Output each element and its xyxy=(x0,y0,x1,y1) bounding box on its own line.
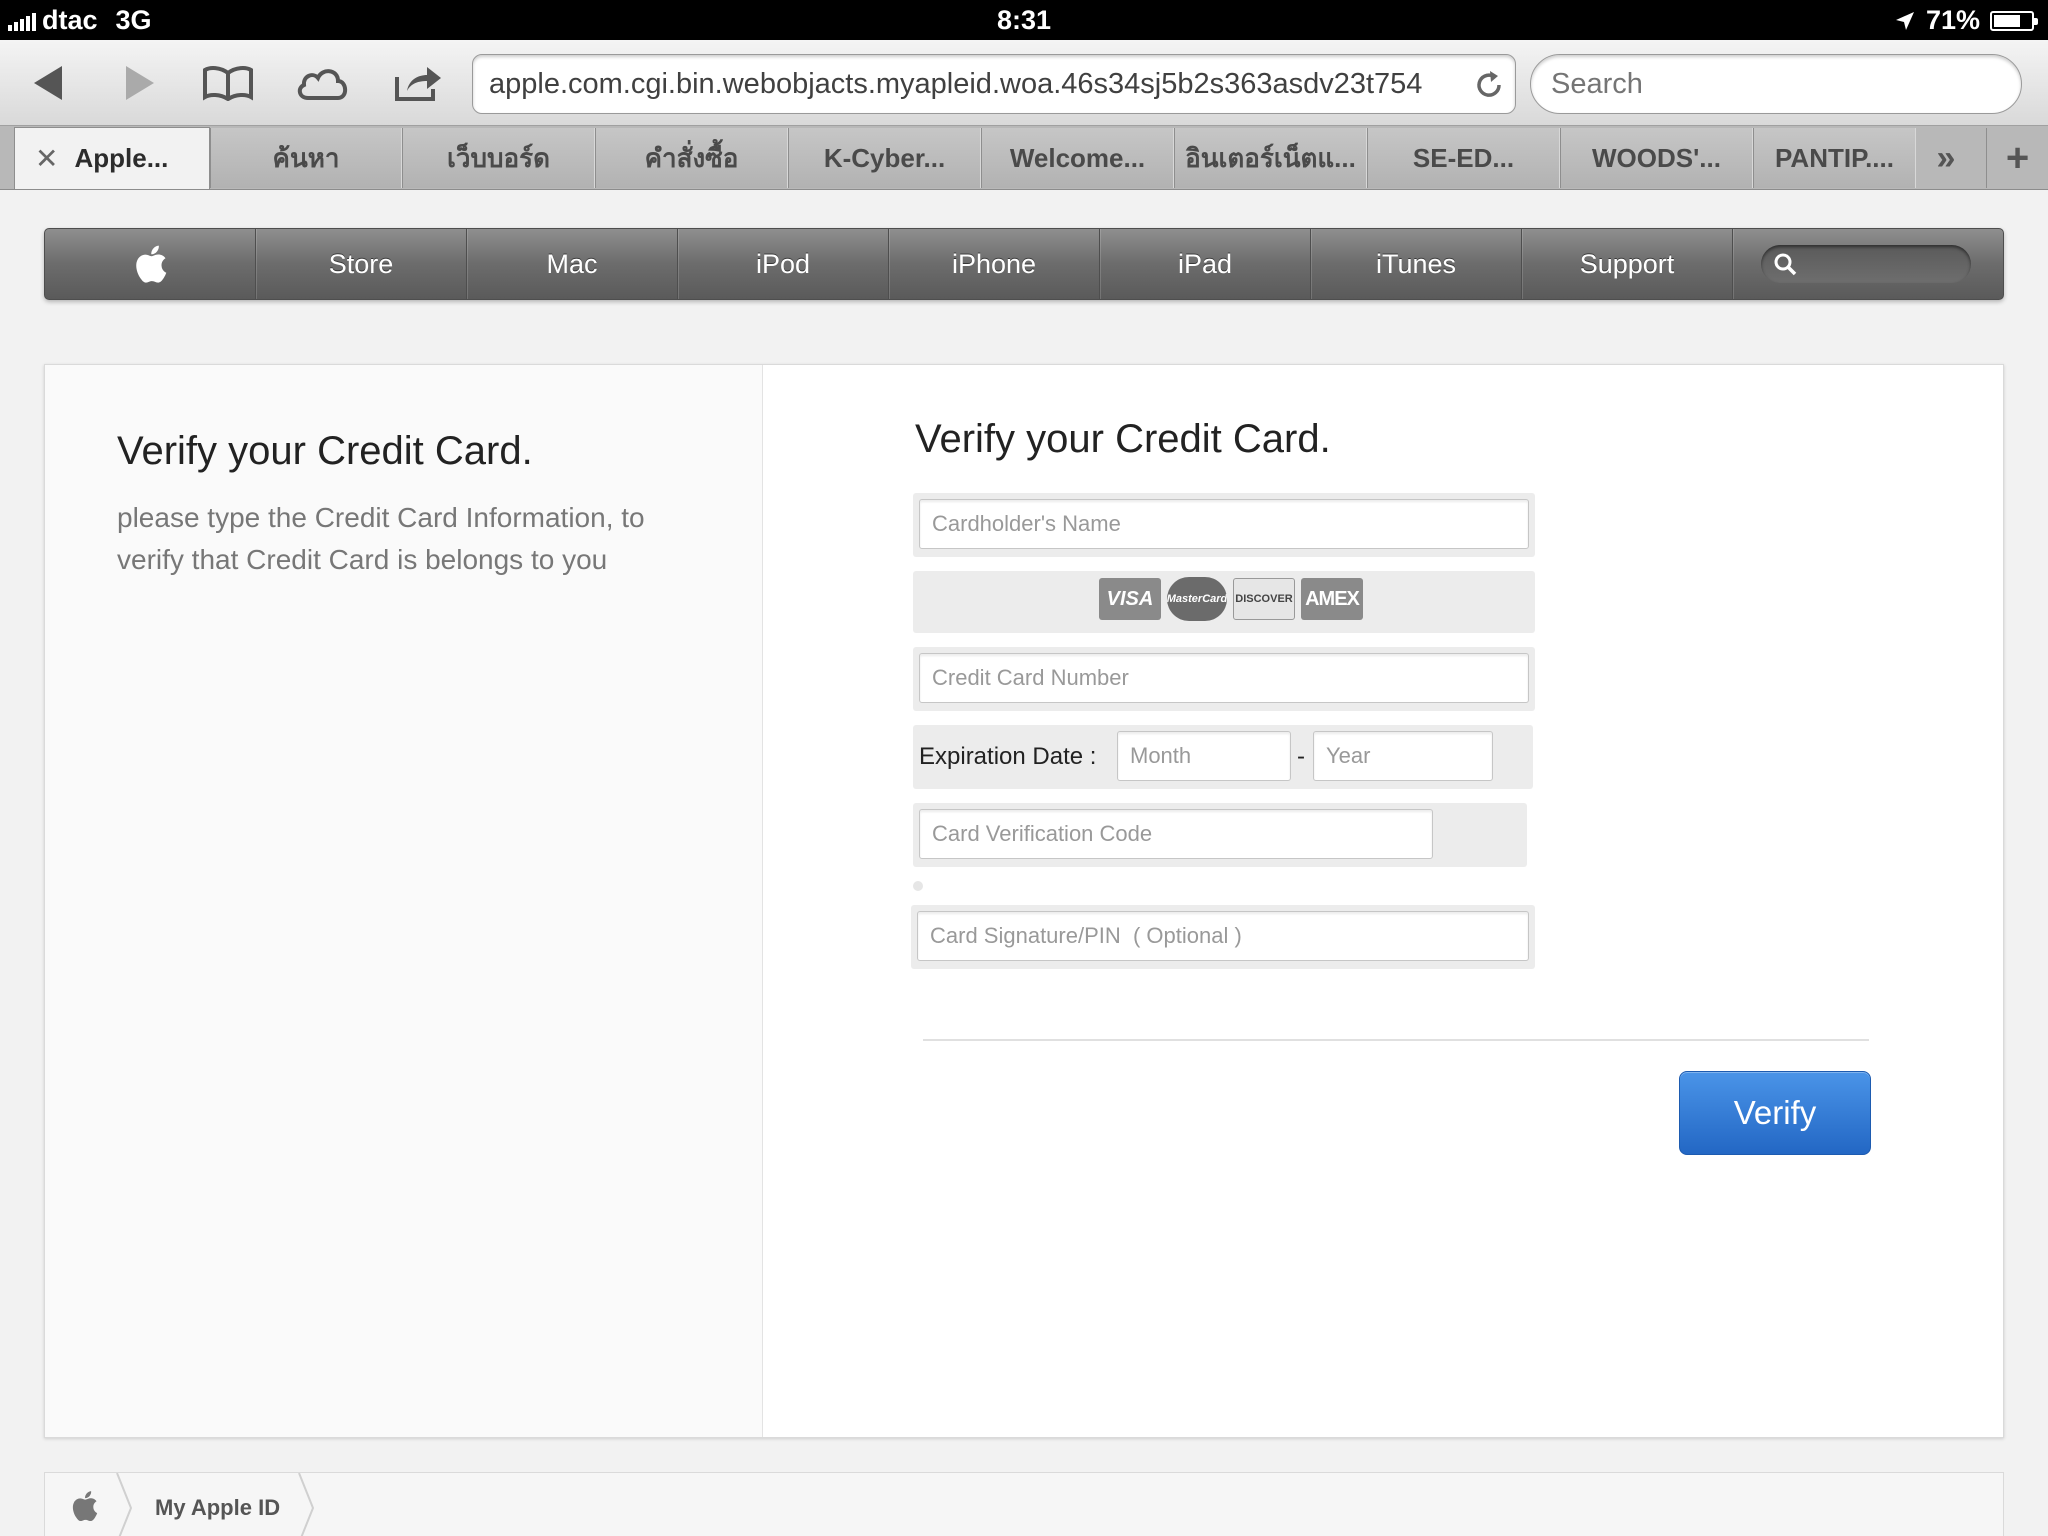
tab-orders[interactable]: คำสั่งซื้อ xyxy=(595,128,788,188)
tab-label: ค้นหา xyxy=(272,142,340,173)
nav-ipad[interactable]: iPad xyxy=(1100,229,1311,299)
browser-toolbar: apple.com.cgi.bin.webobjacts.myapleid.wo… xyxy=(0,40,2048,126)
nav-support[interactable]: Support xyxy=(1522,229,1733,299)
tab-label: WOODS'... xyxy=(1592,142,1721,173)
nav-iphone[interactable]: iPhone xyxy=(889,229,1100,299)
tab-seed[interactable]: SE-ED... xyxy=(1367,128,1560,188)
forward-arrow-icon[interactable] xyxy=(112,58,168,108)
share-icon[interactable] xyxy=(390,58,446,108)
visa-logo: VISA xyxy=(1099,578,1161,620)
card-logos: VISA MasterCard DISCOVER AMEX xyxy=(1099,577,1363,621)
back-arrow-icon[interactable] xyxy=(20,58,76,108)
tab-label: เว็บบอร์ด xyxy=(447,142,550,173)
nav-itunes[interactable]: iTunes xyxy=(1311,229,1522,299)
nav-mac[interactable]: Mac xyxy=(467,229,678,299)
location-arrow-icon xyxy=(1895,11,1914,30)
tab-label: อินเตอร์เน็ตแ... xyxy=(1185,142,1356,173)
more-tabs-chevron-icon[interactable]: » xyxy=(1916,128,1976,188)
tab-woods[interactable]: WOODS'... xyxy=(1560,128,1753,188)
expiration-month-input[interactable] xyxy=(1117,731,1291,781)
url-text: apple.com.cgi.bin.webobjacts.myapleid.wo… xyxy=(489,67,1423,100)
nav-search xyxy=(1733,229,2003,299)
breadcrumb-chevron-icon xyxy=(298,1473,315,1536)
apple-logo-icon[interactable] xyxy=(69,1489,99,1523)
magnifier-icon xyxy=(1774,253,1797,276)
tab-label: Apple... xyxy=(74,143,169,173)
tab-bar: ✕ Apple... ค้นหา เว็บบอร์ด คำสั่งซื้อ K-… xyxy=(0,126,2048,190)
card-number-input[interactable] xyxy=(919,653,1529,703)
tab-welcome[interactable]: Welcome... xyxy=(981,128,1174,188)
intro-column: Verify your Credit Card. please type the… xyxy=(45,365,763,1437)
intro-description: please type the Credit Card Information,… xyxy=(117,502,645,575)
add-tab-plus-icon[interactable]: + xyxy=(1986,128,2048,188)
bookmarks-book-icon[interactable] xyxy=(200,58,256,108)
reload-icon[interactable] xyxy=(1473,69,1505,101)
nav-search-input[interactable] xyxy=(1761,245,1971,283)
tab-label: Welcome... xyxy=(1009,142,1146,173)
breadcrumb: My Apple ID xyxy=(44,1472,2004,1536)
tab-kcyber[interactable]: K-Cyber... xyxy=(788,128,981,188)
card-pin-input[interactable] xyxy=(917,911,1529,961)
icloud-icon[interactable] xyxy=(294,58,350,108)
form-title: Verify your Credit Card. xyxy=(915,417,1331,461)
cardholder-name-input[interactable] xyxy=(919,499,1529,549)
clock: 8:31 xyxy=(996,5,1052,35)
url-bar[interactable]: apple.com.cgi.bin.webobjacts.myapleid.wo… xyxy=(472,54,1516,114)
nav-store[interactable]: Store xyxy=(256,229,467,299)
battery-icon xyxy=(1990,10,2038,31)
tab-label: SE-ED... xyxy=(1412,142,1515,173)
expiration-label: Expiration Date : xyxy=(919,743,1097,770)
browser-search-input[interactable] xyxy=(1530,54,2022,114)
tab-search[interactable]: ค้นหา xyxy=(210,128,402,188)
date-separator: - xyxy=(1297,743,1305,770)
breadcrumb-chevron-icon xyxy=(116,1473,133,1536)
discover-logo: DISCOVER xyxy=(1233,578,1295,620)
breadcrumb-my-apple-id[interactable]: My Apple ID xyxy=(155,1495,280,1521)
tab-internet[interactable]: อินเตอร์เน็ตแ... xyxy=(1174,128,1367,188)
amex-logo: AMEX xyxy=(1301,578,1363,620)
tab-pantip[interactable]: PANTIP.... xyxy=(1753,128,1916,188)
content-panel: Verify your Credit Card. please type the… xyxy=(44,364,2004,1438)
close-tab-icon[interactable]: ✕ xyxy=(35,142,58,175)
tab-label: K-Cyber... xyxy=(823,142,946,173)
apple-logo-icon[interactable] xyxy=(45,229,256,299)
tab-label: คำสั่งซื้อ xyxy=(644,142,739,173)
tab-label: PANTIP.... xyxy=(1775,142,1894,173)
tab-apple[interactable]: ✕ Apple... xyxy=(14,127,210,189)
expiration-year-input[interactable] xyxy=(1313,731,1493,781)
cvc-input[interactable] xyxy=(919,809,1433,859)
mastercard-logo: MasterCard xyxy=(1167,577,1227,621)
intro-title: Verify your Credit Card. xyxy=(117,429,533,473)
verify-button[interactable]: Verify xyxy=(1679,1071,1871,1155)
nav-ipod[interactable]: iPod xyxy=(678,229,889,299)
tab-webboard[interactable]: เว็บบอร์ด xyxy=(402,128,595,188)
apple-nav-bar: Store Mac iPod iPhone iPad iTunes Suppor… xyxy=(44,228,2004,300)
battery-percent: 71% xyxy=(1925,5,1980,35)
status-bar: dtac 3G 8:31 71% xyxy=(0,0,2048,40)
form-divider xyxy=(923,1039,1869,1041)
separator-dot xyxy=(913,881,923,891)
